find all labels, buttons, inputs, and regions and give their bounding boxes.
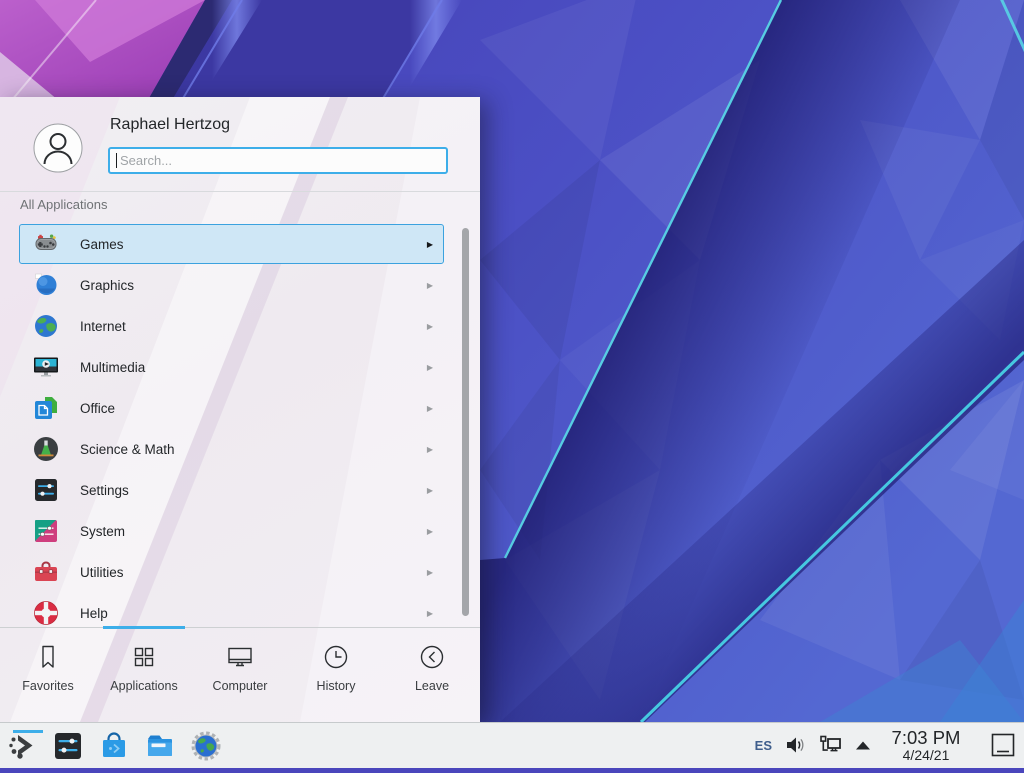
folder-icon: [144, 730, 176, 762]
search-input[interactable]: [108, 147, 448, 174]
menu-item-label: Graphics: [80, 278, 427, 293]
menu-item-label: Utilities: [80, 565, 427, 580]
menu-item-label: System: [80, 524, 427, 539]
menu-item-label: Science & Math: [80, 442, 427, 457]
graphics-icon: [33, 272, 59, 298]
submenu-arrow-icon: ▶: [427, 486, 433, 495]
menu-item-settings[interactable]: Settings▶: [19, 470, 444, 510]
menu-item-label: Settings: [80, 483, 427, 498]
network-icon[interactable]: [818, 733, 842, 757]
app-launcher-button[interactable]: [6, 730, 38, 762]
science-icon: [33, 436, 59, 462]
launcher-header: Raphael Hertzog: [0, 97, 480, 192]
show-desktop-button[interactable]: [988, 730, 1018, 760]
text-caret: [116, 153, 117, 168]
tab-label: Applications: [110, 679, 177, 693]
favorites-tab-icon: [33, 642, 63, 672]
discover-button[interactable]: [98, 730, 130, 762]
menu-item-help[interactable]: Help▶: [19, 593, 444, 627]
show-desktop-icon: [989, 731, 1017, 759]
menu-item-office[interactable]: Office▶: [19, 388, 444, 428]
user-name: Raphael Hertzog: [110, 116, 230, 134]
submenu-arrow-icon: ▶: [427, 445, 433, 454]
computer-tab-icon: [225, 642, 255, 672]
tab-computer[interactable]: Computer: [192, 628, 288, 722]
history-tab-icon: [321, 642, 351, 672]
system-settings-button[interactable]: [52, 730, 84, 762]
section-label: All Applications: [20, 197, 107, 212]
tab-applications[interactable]: Applications: [96, 628, 192, 722]
menu-item-system[interactable]: System▶: [19, 511, 444, 551]
applications-tab-icon: [129, 642, 159, 672]
internet-icon: [33, 313, 59, 339]
system-tray: ES 7:03 PM 4/24/21: [755, 728, 1024, 762]
office-icon: [33, 395, 59, 421]
user-avatar[interactable]: [33, 123, 83, 173]
active-task-indicator: [13, 730, 43, 733]
expand-tray-icon[interactable]: [854, 739, 872, 751]
submenu-arrow-icon: ▶: [427, 404, 433, 413]
submenu-arrow-icon: ▶: [427, 322, 433, 331]
menu-item-graphics[interactable]: Graphics▶: [19, 265, 444, 305]
clock-date: 4/24/21: [884, 748, 968, 763]
tab-leave[interactable]: Leave: [384, 628, 480, 722]
leave-tab-icon: [417, 642, 447, 672]
menu-item-science-math[interactable]: Science & Math▶: [19, 429, 444, 469]
kickoff-icon: [6, 730, 38, 762]
keyboard-layout-indicator[interactable]: ES: [755, 738, 772, 753]
submenu-arrow-icon: ▶: [427, 240, 433, 249]
multimedia-icon: [33, 354, 59, 380]
settings-icon: [33, 477, 59, 503]
menu-item-label: Internet: [80, 319, 427, 334]
tab-label: Computer: [213, 679, 268, 693]
tab-label: History: [317, 679, 356, 693]
taskbar-launchers: [0, 723, 222, 768]
application-launcher-popup: Raphael Hertzog All Applications Games▶G…: [0, 97, 480, 722]
utilities-icon: [33, 559, 59, 585]
menu-item-label: Games: [80, 237, 427, 252]
systemsettings-icon: [52, 730, 84, 762]
submenu-arrow-icon: ▶: [427, 609, 433, 618]
tab-label: Leave: [415, 679, 449, 693]
app-category-list: Games▶Graphics▶Internet▶Multimedia▶Offic…: [0, 217, 480, 627]
submenu-arrow-icon: ▶: [427, 363, 433, 372]
file-manager-button[interactable]: [144, 730, 176, 762]
digital-clock[interactable]: 7:03 PM 4/24/21: [884, 728, 968, 762]
menu-item-internet[interactable]: Internet▶: [19, 306, 444, 346]
games-icon: [33, 231, 59, 257]
clock-time: 7:03 PM: [884, 728, 968, 747]
menu-item-label: Office: [80, 401, 427, 416]
web-browser-button[interactable]: [190, 730, 222, 762]
tab-history[interactable]: History: [288, 628, 384, 722]
volume-icon[interactable]: [784, 734, 806, 756]
submenu-arrow-icon: ▶: [427, 527, 433, 536]
submenu-arrow-icon: ▶: [427, 281, 433, 290]
submenu-arrow-icon: ▶: [427, 568, 433, 577]
menu-item-label: Help: [80, 606, 427, 621]
tab-label: Favorites: [22, 679, 73, 693]
discover-icon: [98, 730, 130, 762]
tab-favorites[interactable]: Favorites: [0, 628, 96, 722]
help-icon: [33, 600, 59, 626]
system-icon: [33, 518, 59, 544]
menu-item-games[interactable]: Games▶: [19, 224, 444, 264]
menu-item-label: Multimedia: [80, 360, 427, 375]
browser-icon: [190, 730, 222, 762]
launcher-tabbar: Favorites Applications Computer History Leav…: [0, 627, 480, 722]
menu-item-multimedia[interactable]: Multimedia▶: [19, 347, 444, 387]
taskbar-panel: ES 7:03 PM 4/24/21: [0, 722, 1024, 768]
list-scrollbar[interactable]: [462, 228, 469, 616]
menu-item-utilities[interactable]: Utilities▶: [19, 552, 444, 592]
